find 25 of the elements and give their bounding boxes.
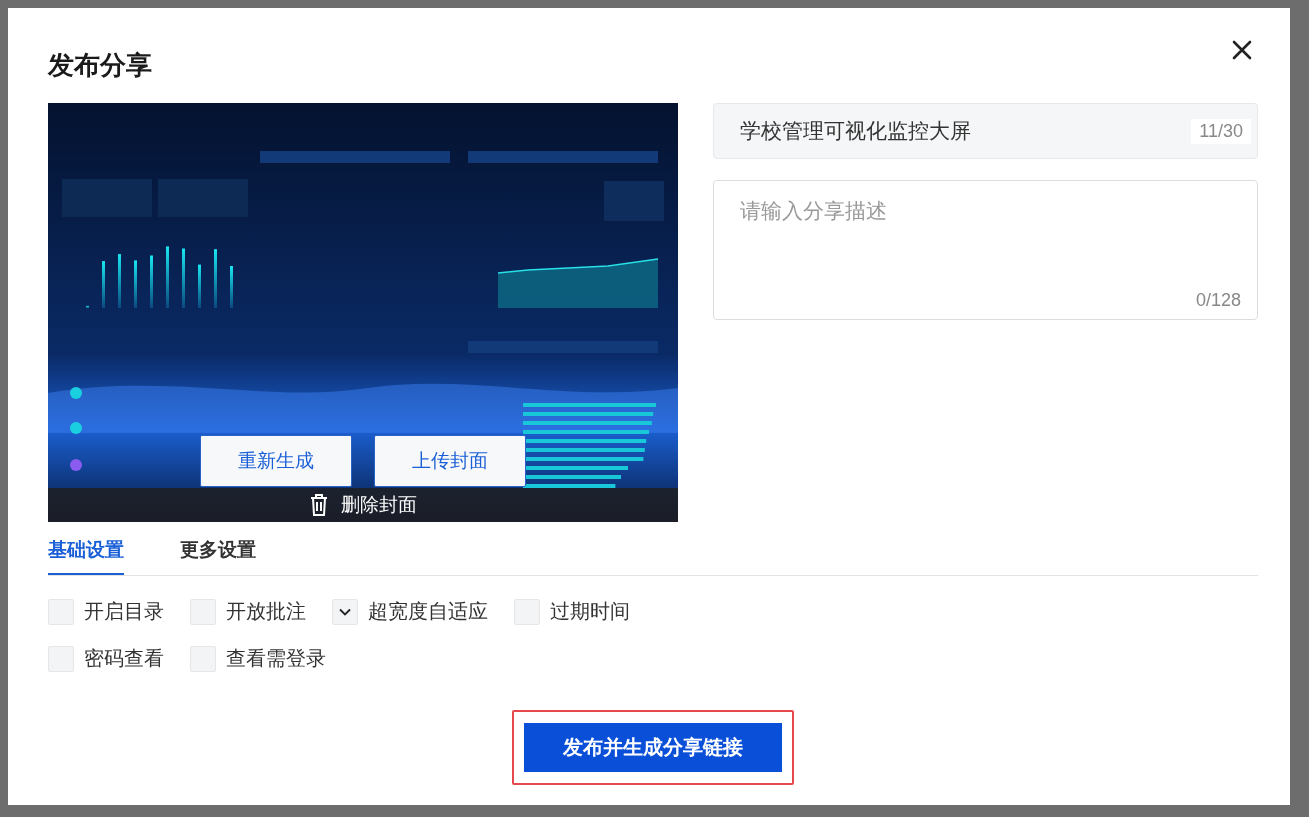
checkbox-label: 开放批注 bbox=[226, 599, 306, 624]
checkbox-label: 密码查看 bbox=[84, 646, 164, 671]
title-input-field[interactable]: 学校管理可视化监控大屏 11/30 bbox=[713, 103, 1258, 159]
trash-icon bbox=[309, 493, 329, 517]
settings-tab[interactable]: 基础设置 bbox=[48, 535, 124, 575]
checkbox-label: 查看需登录 bbox=[226, 646, 326, 671]
character-count: 11/30 bbox=[1191, 118, 1251, 144]
delete-cover-button[interactable]: 删除封面 bbox=[48, 488, 678, 522]
cover-action-button[interactable]: 重新生成 bbox=[200, 435, 352, 487]
cover-action-button[interactable]: 上传封面 bbox=[374, 435, 526, 487]
description-text-area[interactable]: 请输入分享描述 0/128 bbox=[713, 180, 1258, 320]
publish-button[interactable]: 发布并生成分享链接 bbox=[524, 723, 782, 772]
character-count: 0/128 bbox=[1195, 290, 1241, 311]
settings-tab[interactable]: 更多设置 bbox=[180, 535, 256, 575]
checkbox[interactable] bbox=[48, 645, 74, 672]
checkbox[interactable] bbox=[514, 598, 540, 625]
checkbox[interactable] bbox=[190, 598, 216, 625]
checkbox-label: 开启目录 bbox=[84, 599, 164, 624]
checkbox[interactable] bbox=[190, 645, 216, 672]
checkbox-label: 过期时间 bbox=[550, 599, 630, 624]
checkbox-label: 超宽度自适应 bbox=[368, 599, 488, 624]
checkbox[interactable] bbox=[48, 598, 74, 625]
checkbox[interactable] bbox=[332, 598, 358, 625]
close-icon[interactable] bbox=[1232, 39, 1252, 60]
dialog-title: 发布分享 bbox=[48, 49, 152, 82]
